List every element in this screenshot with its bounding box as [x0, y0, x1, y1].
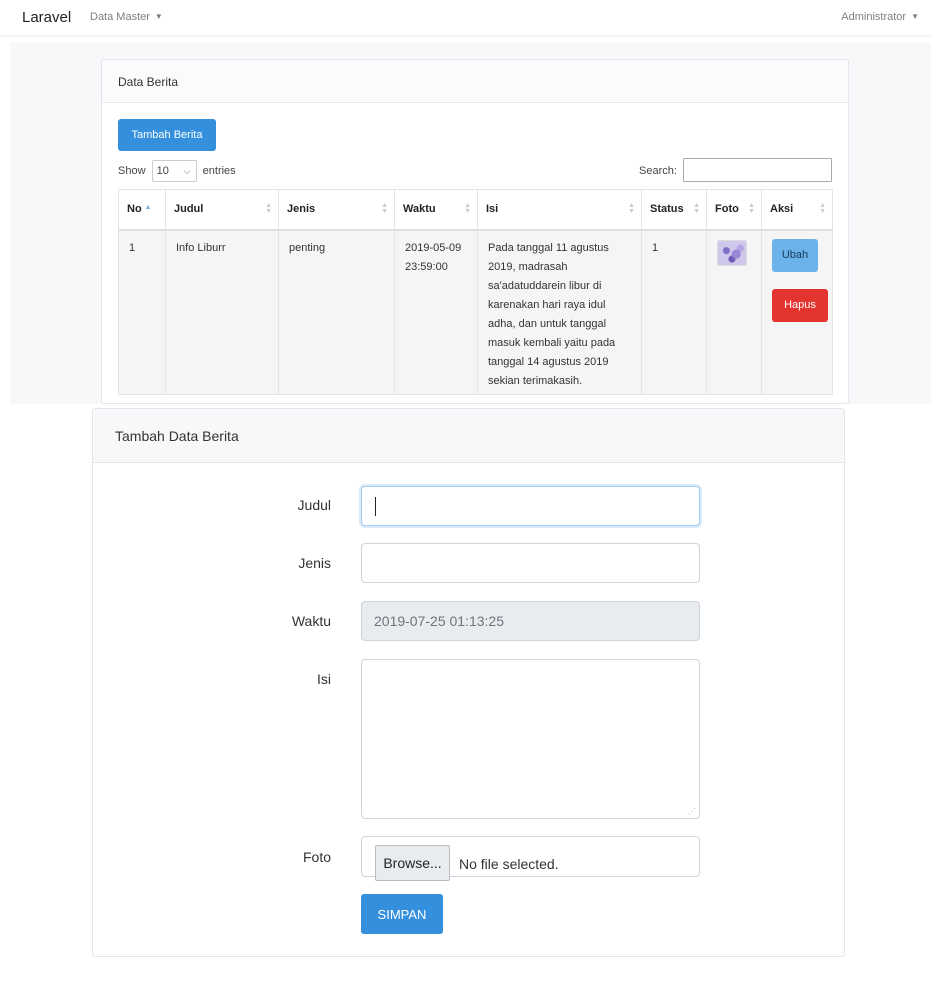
top-navbar: Laravel Data Master ▼ Administrator ▼: [0, 0, 931, 36]
column-header-jenis[interactable]: Jenis ▲ ▼: [278, 189, 395, 231]
caret-down-icon: ▼: [154, 12, 163, 21]
column-label: Waktu: [403, 203, 436, 216]
column-header-isi[interactable]: Isi ▲ ▼: [477, 189, 642, 231]
jenis-label: Jenis: [298, 555, 331, 571]
chevron-down-icon: ⌵: [183, 166, 191, 176]
user-name-label: Administrator: [841, 11, 907, 23]
file-status-text: No file selected.: [459, 856, 559, 872]
isi-label: Isi: [317, 671, 331, 687]
text-cursor: [375, 497, 376, 516]
browse-button[interactable]: Browse...: [375, 845, 450, 881]
column-label: No: [127, 203, 142, 216]
card-header: Tambah Data Berita: [93, 409, 844, 463]
berita-table: No ▲ Judul ▲ ▼ Jenis ▲ ▼ Waktu ▲ ▼ Isi ▲ ▼ Status…: [118, 189, 833, 395]
cell-no: 1: [118, 229, 166, 395]
waktu-input: 2019-07-25 01:13:25: [361, 601, 700, 641]
tambah-berita-button[interactable]: Tambah Berita: [118, 119, 216, 151]
jenis-input[interactable]: [361, 543, 700, 583]
cell-isi: Pada tanggal 11 agustus 2019, madrasah s…: [477, 229, 642, 395]
column-label: Foto: [715, 203, 739, 216]
ubah-button[interactable]: Ubah: [772, 238, 818, 272]
isi-textarea[interactable]: ⋰: [361, 659, 700, 819]
column-label: Judul: [174, 203, 204, 216]
user-dropdown[interactable]: Administrator ▼: [841, 11, 919, 23]
cell-status: 1: [641, 229, 707, 395]
sort-icon: ▲ ▼: [464, 202, 471, 215]
judul-label: Judul: [297, 497, 331, 513]
search-input[interactable]: [683, 158, 832, 182]
card-title: Tambah Data Berita: [115, 428, 239, 444]
sort-icon: ▲ ▼: [693, 202, 700, 215]
entries-select-value: 10: [156, 165, 169, 177]
column-header-foto[interactable]: Foto ▲ ▼: [706, 189, 762, 231]
entries-length-control: Show 10 ⌵ entries: [118, 160, 236, 182]
cell-judul: Info Liburr: [165, 229, 279, 395]
data-master-dropdown[interactable]: Data Master ▼: [90, 11, 163, 23]
column-header-judul[interactable]: Judul ▲ ▼: [165, 189, 279, 231]
hapus-button[interactable]: Hapus: [772, 288, 828, 322]
sort-asc-icon: ▲: [144, 204, 152, 212]
foto-label: Foto: [302, 849, 331, 865]
waktu-label: Waktu: [291, 613, 331, 629]
sort-icon: ▲ ▼: [748, 202, 755, 215]
data-master-label: Data Master: [90, 11, 150, 23]
brand-link[interactable]: Laravel: [22, 9, 71, 26]
simpan-button[interactable]: SIMPAN: [361, 894, 443, 934]
column-label: Status: [650, 203, 684, 216]
sort-icon: ▲ ▼: [381, 202, 388, 215]
column-label: Isi: [486, 203, 499, 216]
entries-label: entries: [202, 165, 236, 177]
card-title: Data Berita: [118, 75, 179, 89]
column-header-waktu[interactable]: Waktu ▲ ▼: [394, 189, 478, 231]
judul-input[interactable]: [361, 486, 700, 526]
tambah-data-berita-card: Tambah Data Berita Judul Jenis Waktu 201…: [92, 408, 845, 957]
column-header-status[interactable]: Status ▲ ▼: [641, 189, 707, 231]
cell-aksi: Ubah Hapus: [761, 229, 833, 395]
data-berita-card: Data Berita Tambah Berita Show 10 ⌵ entr…: [101, 59, 849, 404]
foto-file-input[interactable]: Browse... No file selected.: [361, 836, 700, 881]
search-label: Search:: [639, 165, 677, 177]
show-label: Show: [118, 165, 146, 177]
cell-foto: [706, 229, 762, 395]
cell-jenis: penting: [278, 229, 395, 395]
sort-icon: ▲ ▼: [265, 202, 272, 215]
foto-thumbnail[interactable]: [717, 239, 747, 266]
column-label: Aksi: [770, 203, 794, 216]
sort-icon: ▲ ▼: [819, 202, 826, 215]
resize-handle-icon[interactable]: ⋰: [688, 807, 696, 816]
table-header-row: No ▲ Judul ▲ ▼ Jenis ▲ ▼ Waktu ▲ ▼ Isi ▲ ▼ Status…: [118, 189, 833, 231]
entries-select[interactable]: 10 ⌵: [151, 160, 197, 182]
cell-waktu: 2019-05-09 23:59:00: [394, 229, 478, 395]
column-label: Jenis: [287, 203, 316, 216]
card-header: Data Berita: [102, 60, 848, 103]
column-header-no[interactable]: No ▲: [118, 189, 166, 231]
caret-down-icon: ▼: [911, 12, 919, 21]
table-row: 1 Info Liburr penting 2019-05-09 23:59:0…: [118, 229, 833, 395]
column-header-aksi[interactable]: Aksi ▲ ▼: [761, 189, 833, 231]
sort-icon: ▲ ▼: [628, 202, 635, 215]
